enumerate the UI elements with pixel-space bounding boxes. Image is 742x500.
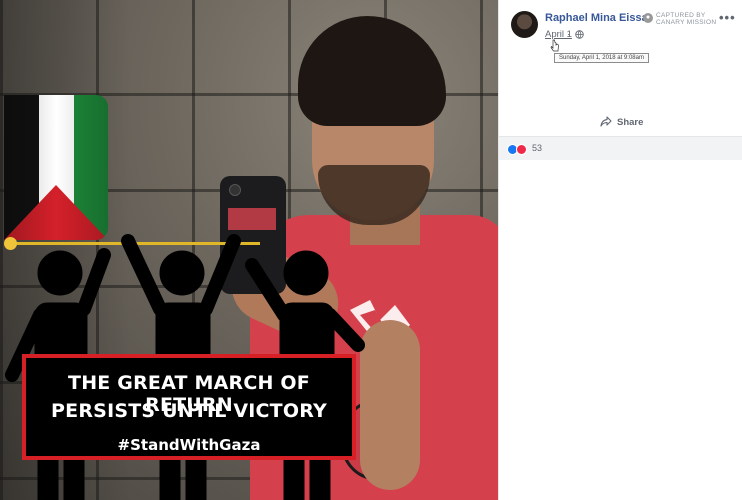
date-separator: ·: [567, 29, 570, 39]
palestine-flag-graphic: [4, 95, 108, 240]
banner-line-2: PERSISTS UNTIL VICTORY: [51, 400, 327, 422]
captured-by-label: CAPTURED BY CANARY MISSION: [656, 12, 717, 26]
person-hair: [298, 16, 446, 126]
post-photo[interactable]: THE GREAT MARCH OF RETURN PERSISTS UNTIL…: [0, 0, 498, 500]
reactions-bar[interactable]: 53: [499, 136, 742, 160]
phone-camera: [229, 184, 241, 196]
mouse-pointer-icon: [550, 39, 559, 52]
canary-badge-icon: ●: [643, 13, 653, 23]
share-button[interactable]: Share: [600, 115, 643, 129]
banner-hashtag: #StandWithGaza: [117, 436, 261, 454]
more-options-icon[interactable]: •••: [719, 10, 736, 25]
slogan-banner: THE GREAT MARCH OF RETURN PERSISTS UNTIL…: [22, 354, 356, 460]
love-reaction-icon: [516, 144, 527, 155]
avatar[interactable]: [511, 11, 538, 38]
date-tooltip: Sunday, April 1, 2018 at 9:08am: [554, 53, 649, 63]
author-name-link[interactable]: Raphael Mina Eissa: [545, 12, 648, 24]
globe-icon: [575, 30, 584, 39]
share-label: Share: [617, 116, 644, 128]
post-side-panel: Raphael Mina Eissa ● CAPTURED BY CANARY …: [498, 0, 742, 500]
share-arrow-icon: [600, 116, 612, 127]
reaction-count[interactable]: 53: [532, 143, 542, 153]
